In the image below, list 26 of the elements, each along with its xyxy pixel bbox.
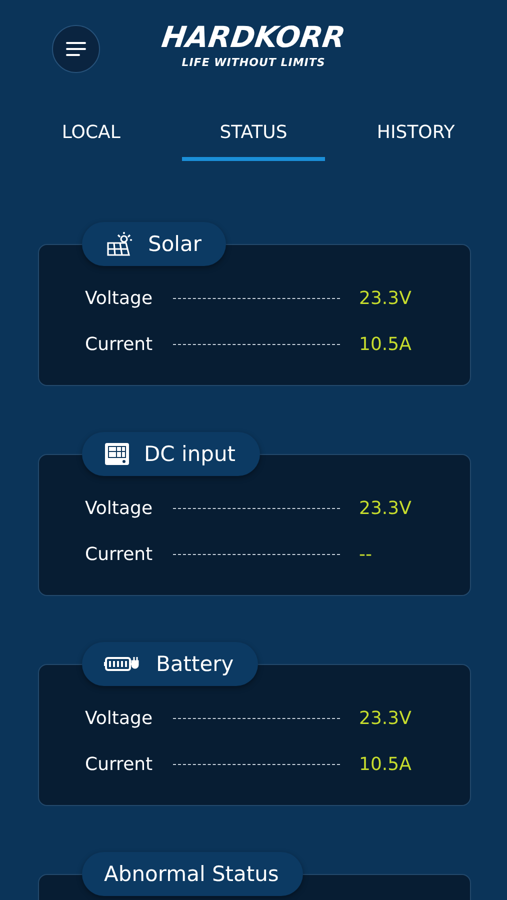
battery-plug-icon [104, 654, 142, 674]
control-panel-icon [104, 442, 130, 466]
brand-tagline: LIFE WITHOUT LIMITS [182, 56, 326, 69]
section-title: Abnormal Status [82, 852, 303, 896]
field-value: 10.5A [359, 754, 412, 774]
section-title: Solar [148, 232, 202, 256]
brand-logo: HARDKORR [160, 20, 348, 54]
field-value: -- [359, 544, 372, 564]
field-label: Current [85, 754, 154, 774]
field-label: Current [85, 544, 154, 564]
field-value: 23.3V [359, 498, 412, 518]
field-label: Voltage [85, 708, 154, 728]
solar-panel-icon [104, 231, 134, 257]
section-title: Battery [156, 652, 234, 676]
tab[interactable]: STATUS [172, 85, 335, 161]
tab[interactable]: HISTORY [334, 85, 497, 161]
field-label: Voltage [85, 288, 154, 308]
section-title: DC input [144, 442, 236, 466]
field-label: Voltage [85, 498, 154, 518]
tab[interactable]: LOCAL [10, 85, 172, 161]
field-value: 23.3V [359, 288, 412, 308]
menu-button[interactable] [52, 25, 100, 73]
field-label: Current [85, 334, 154, 354]
field-value: 23.3V [359, 708, 412, 728]
field-value: 10.5A [359, 334, 412, 354]
menu-icon [66, 41, 86, 57]
